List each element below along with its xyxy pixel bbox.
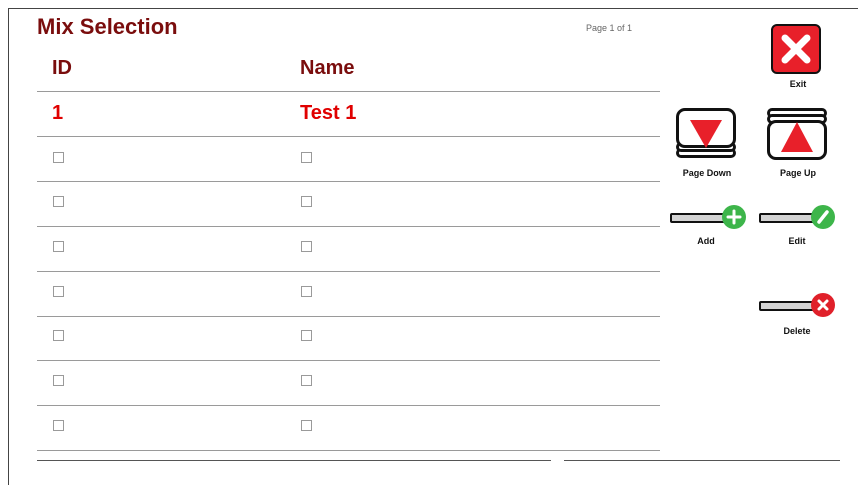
- empty-cell-name: [301, 375, 312, 386]
- row-divider: [37, 450, 660, 451]
- page-up-label: Page Up: [779, 168, 817, 178]
- footer-line-right: [564, 460, 840, 461]
- empty-cell-name: [301, 152, 312, 163]
- plus-icon: [722, 205, 746, 229]
- row-divider: [37, 226, 660, 227]
- edit-bar: [759, 213, 817, 223]
- page-down-button[interactable]: Page Down: [674, 108, 740, 182]
- row-divider: [37, 360, 660, 361]
- add-button[interactable]: Add: [668, 204, 748, 250]
- delete-x-icon: [811, 293, 835, 317]
- add-bar: [670, 213, 728, 223]
- delete-label: Delete: [783, 326, 811, 336]
- row-divider: [37, 405, 660, 406]
- row-divider: [37, 181, 660, 182]
- empty-cell-id: [53, 286, 64, 297]
- page-indicator: Page 1 of 1: [586, 23, 633, 33]
- page-down-label: Page Down: [682, 168, 732, 178]
- empty-cell-id: [53, 196, 64, 207]
- empty-cell-id: [53, 152, 64, 163]
- pencil-icon: [811, 205, 835, 229]
- page-up-button[interactable]: Page Up: [765, 108, 831, 182]
- empty-cell-id: [53, 241, 64, 252]
- empty-cell-name: [301, 330, 312, 341]
- delete-button[interactable]: Delete: [757, 293, 837, 339]
- row-divider: [37, 316, 660, 317]
- empty-cell-id: [53, 330, 64, 341]
- close-icon: [771, 24, 821, 74]
- exit-label: Exit: [789, 79, 807, 89]
- empty-cell-id: [53, 375, 64, 386]
- footer-line-left: [37, 460, 551, 461]
- empty-cell-id: [53, 420, 64, 431]
- empty-cell-name: [301, 286, 312, 297]
- row-1-name[interactable]: Test 1: [300, 102, 356, 125]
- column-header-id: ID: [52, 57, 72, 79]
- page-title: Mix Selection: [37, 14, 178, 39]
- add-label: Add: [697, 236, 715, 246]
- exit-button[interactable]: Exit: [770, 22, 826, 92]
- edit-button[interactable]: Edit: [757, 204, 837, 250]
- row-1-id[interactable]: 1: [52, 102, 63, 125]
- empty-cell-name: [301, 241, 312, 252]
- page-up-icon: [767, 108, 829, 166]
- delete-bar: [759, 301, 817, 311]
- empty-cell-name: [301, 196, 312, 207]
- row-divider: [37, 136, 660, 137]
- page-down-icon: [676, 108, 738, 166]
- row-divider: [37, 271, 660, 272]
- column-header-name: Name: [300, 57, 355, 79]
- header-divider: [37, 91, 660, 92]
- edit-label: Edit: [788, 236, 806, 246]
- empty-cell-name: [301, 420, 312, 431]
